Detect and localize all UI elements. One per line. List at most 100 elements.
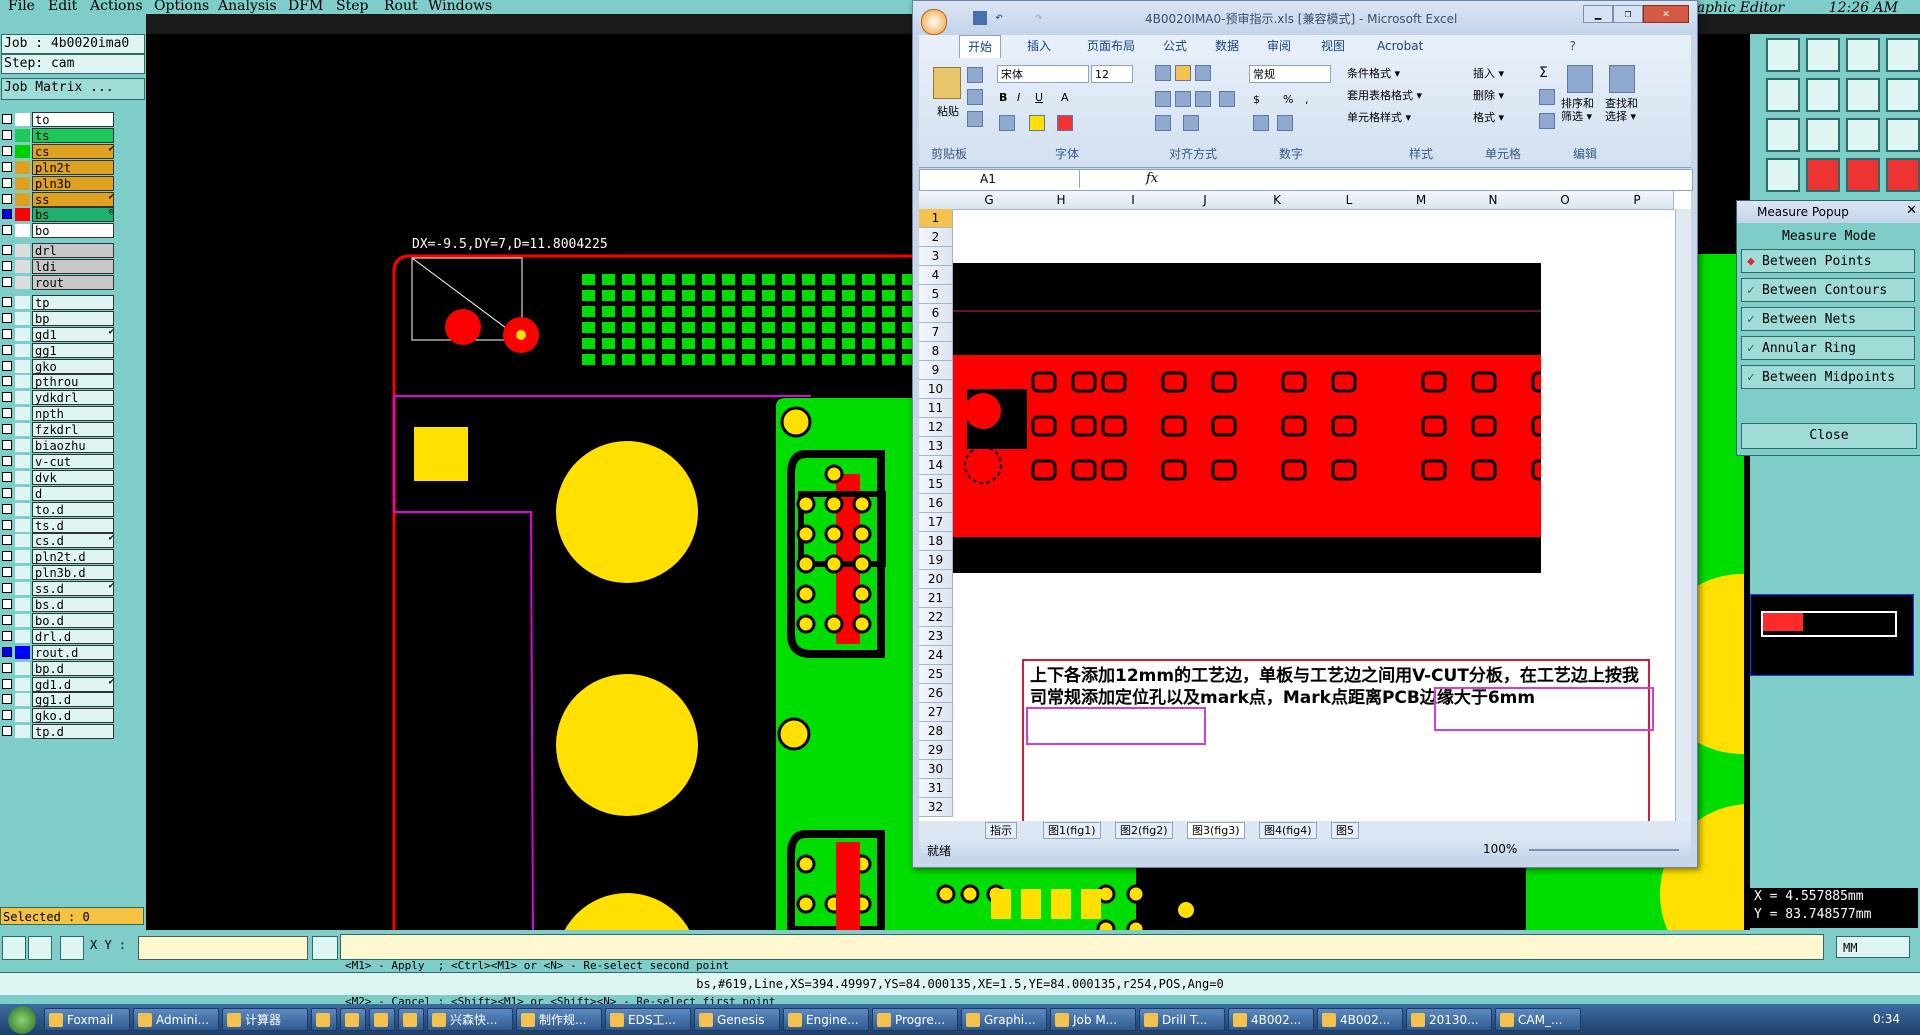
taskbar-item[interactable]: 计算器 [222,1008,308,1031]
taskbar-item[interactable]: 4B002... [1228,1008,1314,1031]
layer-checkbox[interactable] [2,129,12,140]
font-color-icon[interactable] [1057,115,1073,131]
layer-checkbox[interactable] [2,646,12,657]
italic-button[interactable]: I [1017,91,1020,104]
layer-row[interactable]: drl [0,243,118,259]
number-format-select[interactable]: 常规 [1249,65,1331,83]
job-matrix-button[interactable]: Job Matrix ... [1,78,145,100]
start-button-icon[interactable] [8,1006,36,1034]
layer-name[interactable]: pln2t.d [32,549,114,565]
layer-name[interactable]: drl.d [32,628,114,644]
layer-checkbox[interactable] [2,599,12,609]
column-header[interactable]: G [953,191,1026,210]
layer-checkbox[interactable] [2,261,12,272]
xy-input[interactable] [138,936,308,960]
align-top-icon[interactable] [1155,65,1171,81]
layer-name[interactable]: bp.d [32,660,114,676]
layer-name[interactable]: gg1.d [32,692,114,708]
clear-icon[interactable] [1539,113,1555,129]
ribbon-tab[interactable]: 插入 [1027,35,1051,57]
ribbon-tab[interactable]: 页面布局 [1087,35,1135,57]
cut-icon[interactable] [967,67,983,83]
increase-decimal-icon[interactable] [1253,115,1269,131]
layer-row[interactable]: tp.d [0,724,118,740]
layer-name[interactable]: dvk [32,469,114,485]
layer-row[interactable]: bo [0,223,118,239]
row-header[interactable]: 9 [919,361,953,380]
net-icon[interactable] [1886,158,1920,192]
layer-name[interactable]: gd1.d [32,676,114,692]
sum-icon[interactable]: Σ [1539,65,1548,81]
layer-name[interactable]: rout [32,275,114,290]
column-header[interactable]: L [1313,191,1386,210]
layer-checkbox[interactable] [2,694,12,705]
row-header[interactable]: 28 [919,722,953,741]
layer-name[interactable]: v-cut [32,453,114,469]
layer-checkbox[interactable] [2,209,12,220]
layer-row[interactable]: ss.d ✔ [0,581,118,597]
row-header[interactable]: 8 [919,342,953,361]
fx-icon[interactable]: fx [1146,171,1158,186]
layer-name[interactable]: cs.d [32,533,114,549]
row-header[interactable]: 32 [919,798,953,817]
percent-button[interactable]: % [1283,93,1293,106]
layer-row[interactable]: dvk [0,469,118,485]
row-header[interactable]: 25 [919,665,953,684]
layer-row[interactable]: ss ✔ [0,191,118,207]
font-name-select[interactable]: 宋体 [997,65,1089,83]
layer-name[interactable]: tp.d [32,724,114,740]
drc-icon[interactable] [1846,158,1880,192]
layer-row[interactable]: to.d [0,501,118,517]
taskbar-item[interactable]: 兴森快... [427,1008,513,1031]
layer-row[interactable]: gd1 ✔ [0,326,118,342]
layer-row[interactable]: ldi [0,259,118,275]
row-header[interactable]: 14 [919,456,953,475]
layer-row[interactable]: gg1.d [0,692,118,708]
decrease-decimal-icon[interactable] [1277,115,1293,131]
layer-name[interactable]: to [32,112,114,127]
minimize-icon[interactable]: ▁ [1583,5,1613,23]
help-icon[interactable]: ? [1569,39,1576,53]
layer-checkbox[interactable] [2,312,12,323]
bold-button[interactable]: B [999,91,1007,104]
layer-row[interactable]: ts.d [0,517,118,533]
merge-icon[interactable] [1219,91,1235,107]
underline-button[interactable]: U [1035,91,1043,104]
taskbar-item[interactable]: Job M... [1050,1008,1136,1031]
copy-icon[interactable] [967,89,983,105]
fill-color-icon[interactable] [1029,115,1045,131]
menu-rout[interactable]: Rout [384,0,418,14]
layer-checkbox[interactable] [2,328,12,339]
taskbar-item[interactable] [311,1008,337,1031]
sheet-tab[interactable]: 图2(fig2) [1115,822,1173,839]
taskbar-item[interactable]: 制作规... [516,1008,602,1031]
layer-name[interactable]: cs [32,143,114,159]
taskbar-item[interactable]: 20130... [1406,1008,1492,1031]
column-header[interactable]: O [1529,191,1602,210]
currency-button[interactable]: $ [1253,93,1260,106]
layer-name[interactable]: fzkdrl [32,422,114,438]
layer-checkbox[interactable] [2,583,12,594]
align-left-icon[interactable] [1155,91,1171,107]
ratio-icon[interactable] [1846,118,1880,152]
layer-name[interactable]: gko.d [32,708,114,724]
sheet-tab[interactable]: 图5 [1331,822,1359,839]
layer-checkbox[interactable] [2,519,12,530]
layer-name[interactable]: gko [32,358,114,374]
measure-mode-option[interactable]: ✓ Annular Ring [1741,336,1915,360]
layer-row[interactable]: pln3b.d [0,565,118,581]
layer-checkbox[interactable] [2,535,12,546]
grow-font-button[interactable]: A [1061,91,1069,104]
home-icon[interactable] [1846,38,1880,72]
layer-name[interactable]: drl [32,243,114,259]
restore-icon[interactable]: ❐ [1613,5,1643,23]
layer-row[interactable]: gko.d [0,708,118,724]
align-bottom-icon[interactable] [1195,65,1211,81]
taskbar-item[interactable]: Genesis [694,1008,780,1031]
pan-icon[interactable] [1886,38,1920,72]
prev-view-icon[interactable] [1766,78,1800,112]
taskbar-item[interactable]: Admini... [133,1008,219,1031]
layer-row[interactable]: d [0,485,118,501]
taskbar-item[interactable] [398,1008,424,1031]
row-header[interactable]: 1 [919,209,953,228]
